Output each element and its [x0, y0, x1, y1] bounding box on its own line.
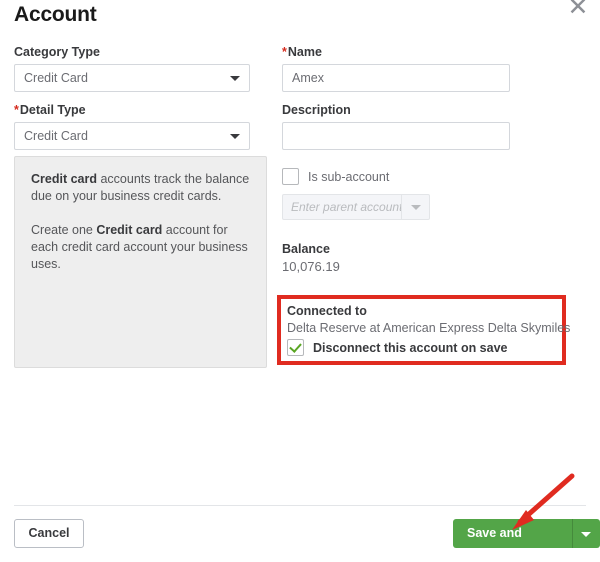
parent-account-dropdown-button	[401, 195, 429, 219]
name-input[interactable]: Amex	[282, 64, 510, 92]
is-sub-account-label: Is sub-account	[308, 170, 389, 184]
category-type-select[interactable]: Credit Card	[14, 64, 250, 92]
save-and-close-button[interactable]: Save and Close	[453, 519, 572, 548]
left-column: Category Type Credit Card *Detail Type C…	[14, 45, 250, 161]
balance-block: Balance 10,076.19	[282, 242, 510, 274]
disconnect-on-save-row[interactable]: Disconnect this account on save	[287, 339, 562, 356]
required-marker: *	[282, 45, 287, 59]
category-type-value: Credit Card	[24, 71, 88, 85]
cancel-button[interactable]: Cancel	[14, 519, 84, 548]
description-label-text: Description	[282, 103, 351, 117]
connected-bank-name: Delta Reserve at American Express Delta …	[287, 321, 562, 335]
account-dialog: ✕ Account Category Type Credit Card *Det…	[0, 0, 600, 562]
category-type-field: Category Type Credit Card	[14, 45, 250, 92]
category-type-label: Category Type	[14, 45, 250, 59]
disconnect-on-save-checkbox[interactable]	[287, 339, 304, 356]
disconnect-on-save-label: Disconnect this account on save	[313, 341, 508, 355]
description-label: Description	[282, 103, 510, 117]
description-input[interactable]	[282, 122, 510, 150]
name-label-text: Name	[288, 45, 322, 59]
sub-account-block: Is sub-account Enter parent account	[282, 168, 510, 220]
balance-label: Balance	[282, 242, 510, 256]
detail-type-field: *Detail Type Credit Card	[14, 103, 250, 150]
page-title: Account	[14, 3, 97, 27]
save-options-dropdown-button[interactable]	[572, 519, 600, 548]
name-value: Amex	[292, 71, 324, 85]
detail-type-value: Credit Card	[24, 129, 88, 143]
name-label: *Name	[282, 45, 510, 59]
required-marker: *	[14, 103, 19, 117]
info-paragraph-2: Create one Credit card account for each …	[31, 222, 250, 273]
connected-to-label: Connected to	[287, 304, 562, 318]
parent-account-select: Enter parent account	[282, 194, 430, 220]
info-p1-bold: Credit card	[31, 172, 97, 186]
chevron-down-icon	[230, 76, 240, 81]
balance-value: 10,076.19	[282, 259, 510, 274]
is-sub-account-row[interactable]: Is sub-account	[282, 168, 510, 185]
chevron-down-icon	[581, 532, 591, 537]
connected-to-highlight: Connected to Delta Reserve at American E…	[277, 295, 566, 365]
category-type-label-text: Category Type	[14, 45, 100, 59]
save-and-close-button-group[interactable]: Save and Close	[453, 519, 600, 548]
name-field: *Name Amex	[282, 45, 510, 92]
parent-account-input: Enter parent account	[283, 195, 401, 219]
right-column: *Name Amex Description Is sub-account En…	[282, 45, 510, 274]
info-paragraph-1: Credit card accounts track the balance d…	[31, 171, 250, 205]
description-field: Description	[282, 103, 510, 150]
info-p2-bold: Credit card	[96, 223, 162, 237]
chevron-down-icon	[230, 134, 240, 139]
detail-type-label-text: Detail Type	[20, 103, 86, 117]
account-type-info-panel: Credit card accounts track the balance d…	[14, 156, 267, 368]
detail-type-select[interactable]: Credit Card	[14, 122, 250, 150]
is-sub-account-checkbox[interactable]	[282, 168, 299, 185]
footer-divider	[14, 505, 586, 506]
detail-type-label: *Detail Type	[14, 103, 250, 117]
chevron-down-icon	[411, 205, 421, 210]
connected-to-section: Connected to Delta Reserve at American E…	[281, 299, 562, 356]
info-p2-pre: Create one	[31, 223, 96, 237]
close-icon[interactable]: ✕	[563, 0, 593, 22]
